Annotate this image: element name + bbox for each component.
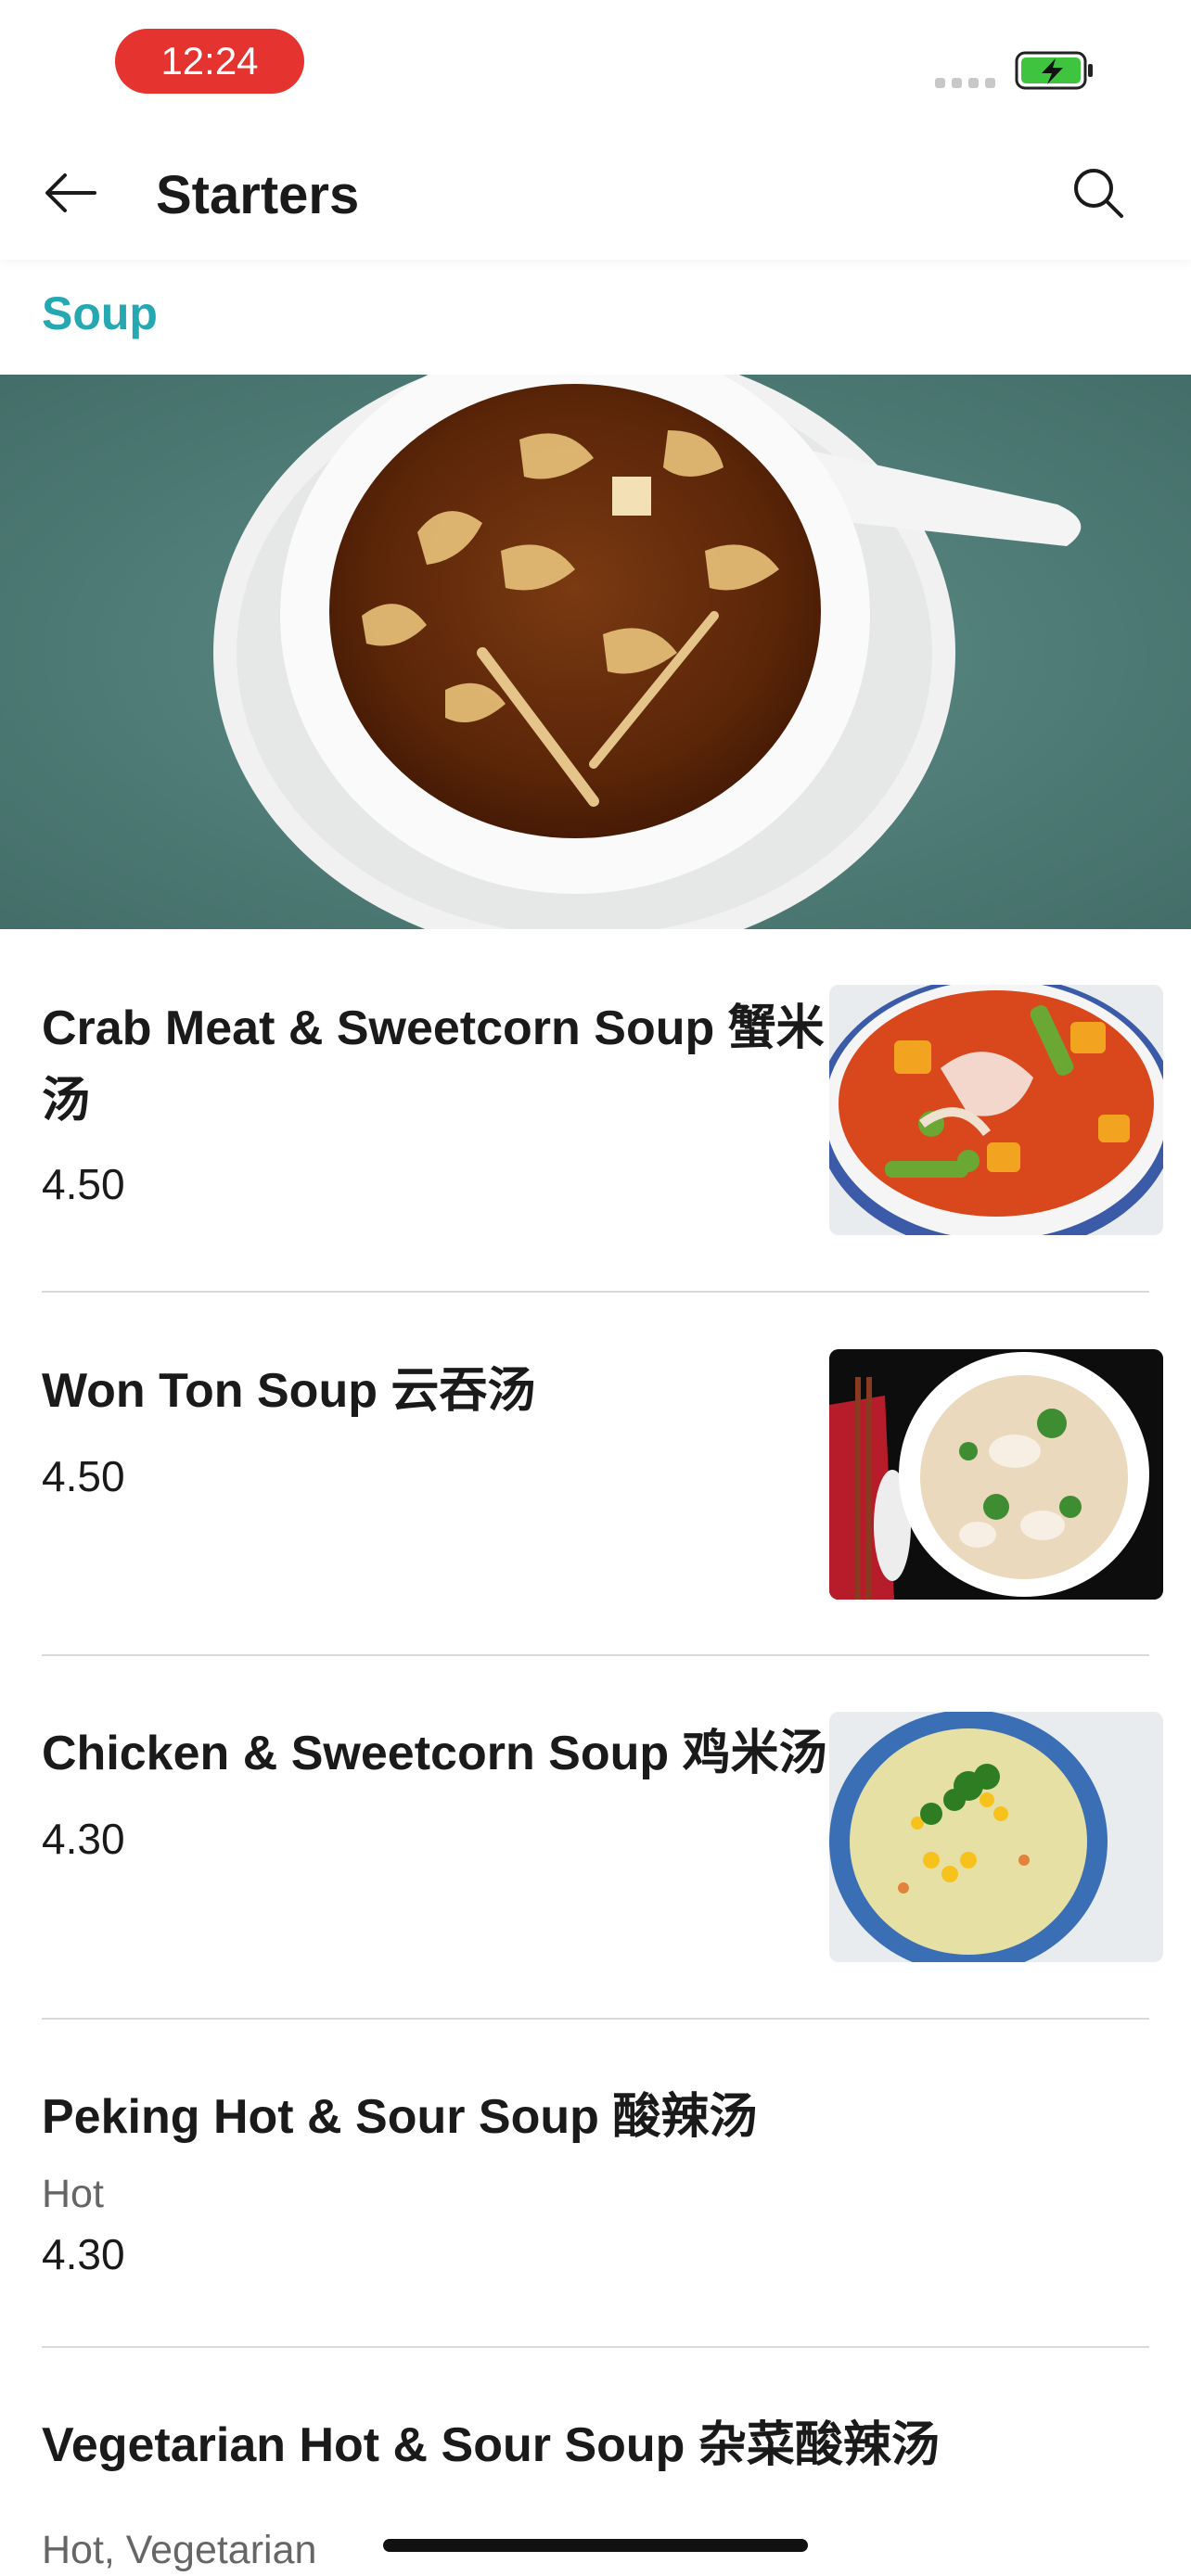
list-item[interactable]: Peking Hot & Sour Soup 酸辣汤 Hot 4.30 [0, 2020, 1191, 2348]
item-name: Crab Meat & Sweetcorn Soup 蟹米汤 [42, 1001, 825, 1128]
status-bar: 12:24 [0, 0, 1191, 130]
item-name: Peking Hot & Sour Soup 酸辣汤 [42, 2090, 758, 2144]
back-arrow-icon[interactable] [41, 163, 100, 223]
status-time: 12:24 [115, 29, 304, 94]
item-image [829, 985, 1163, 1235]
item-price: 4.30 [42, 1815, 125, 1863]
item-image [829, 1349, 1163, 1600]
item-name: Won Ton Soup 云吞汤 [42, 1364, 536, 1418]
item-tags: Hot [42, 2172, 104, 2216]
hero-image [0, 375, 1191, 929]
item-tags: Hot, Vegetarian [42, 2528, 317, 2572]
item-name: Chicken & Sweetcorn Soup 鸡米汤 [42, 1727, 827, 1780]
list-item[interactable]: Chicken & Sweetcorn Soup 鸡米汤 4.30 [0, 1656, 1191, 2020]
search-icon[interactable] [1069, 163, 1128, 223]
list-item[interactable]: Crab Meat & Sweetcorn Soup 蟹米汤 4.50 [0, 929, 1191, 1293]
page-title: Starters [156, 165, 360, 225]
battery-charging-icon [1015, 51, 1093, 90]
section-title: Soup [42, 287, 158, 339]
item-price: 4.50 [42, 1452, 125, 1500]
app-bar: Starters [0, 130, 1191, 260]
item-price: 4.30 [42, 2230, 125, 2278]
list-item[interactable]: Won Ton Soup 云吞汤 4.50 [0, 1293, 1191, 1656]
signal-icon [935, 78, 995, 88]
home-indicator[interactable] [383, 2539, 808, 2552]
item-name: Vegetarian Hot & Sour Soup 杂菜酸辣汤 [42, 2418, 940, 2472]
item-image [829, 1712, 1163, 1962]
item-price: 4.50 [42, 1160, 125, 1208]
